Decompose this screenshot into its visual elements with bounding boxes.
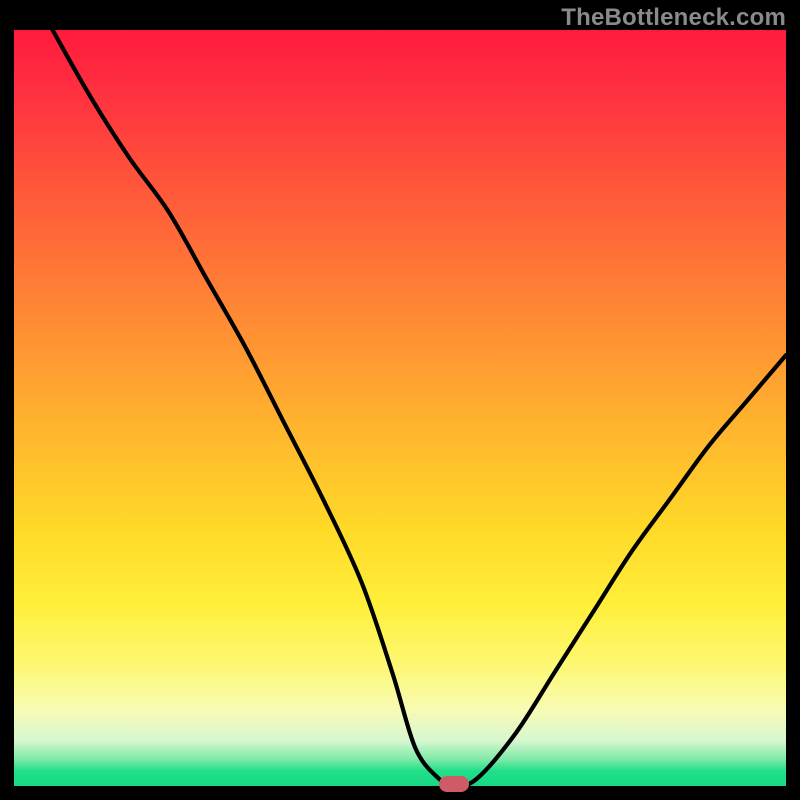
optimum-marker — [439, 776, 469, 792]
bottleneck-curve — [14, 30, 786, 786]
curve-path — [53, 30, 786, 786]
chart-frame: TheBottleneck.com — [0, 0, 800, 800]
attribution-watermark: TheBottleneck.com — [561, 4, 786, 32]
